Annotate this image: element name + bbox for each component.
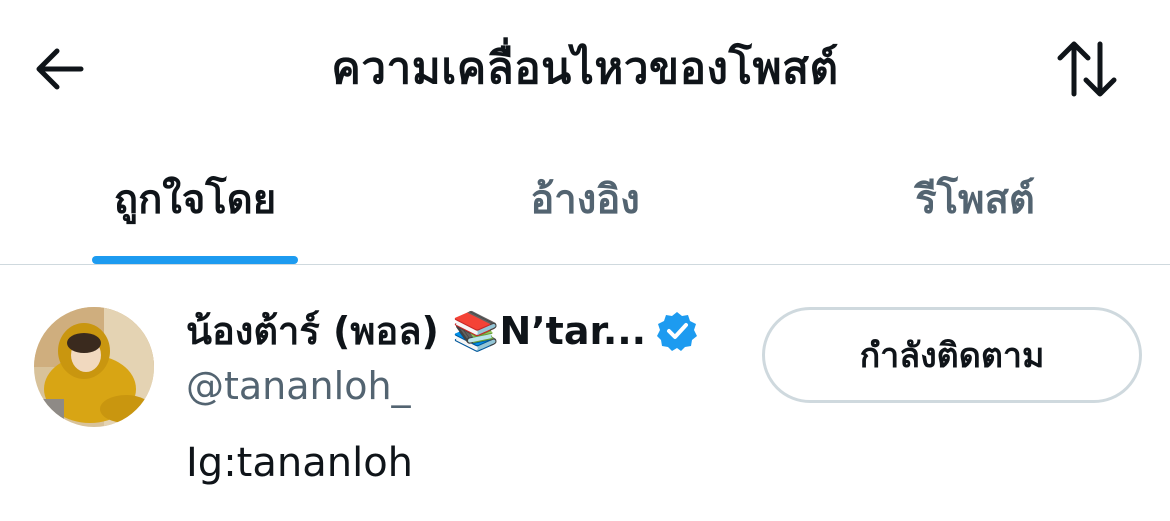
list-item[interactable]: น้องต้าร์ (พอล) 📚N’tar... @tananloh_ Ig:… <box>0 265 1170 521</box>
tab-label: รีโพสต์ <box>915 177 1035 223</box>
page-title: ความเคลื่อนไหวของโพสต์ <box>331 43 839 94</box>
display-name: น้องต้าร์ (พอล) 📚N’tar... <box>186 309 647 353</box>
user-bio: Ig:tananloh <box>186 440 414 486</box>
header: ความเคลื่อนไหวของโพสต์ <box>0 0 1170 138</box>
tab-label: ถูกใจโดย <box>113 177 277 223</box>
name-line[interactable]: น้องต้าร์ (พอล) 📚N’tar... <box>186 301 746 361</box>
active-tab-indicator <box>92 256 298 264</box>
tab-reposts[interactable]: รีโพสต์ <box>780 150 1170 264</box>
avatar-image <box>34 307 154 427</box>
tab-liked-by[interactable]: ถูกใจโดย <box>0 150 390 264</box>
sort-button[interactable] <box>1050 34 1124 104</box>
avatar[interactable] <box>34 307 154 427</box>
tab-quotes[interactable]: อ้างอิง <box>390 150 780 264</box>
verified-badge-icon <box>657 312 698 351</box>
sort-arrows-icon <box>1057 41 1117 97</box>
tab-bar: ถูกใจโดย อ้างอิง รีโพสต์ <box>0 150 1170 264</box>
tab-label: อ้างอิง <box>530 177 640 223</box>
post-activity-screen: ความเคลื่อนไหวของโพสต์ ถูกใจโดย อ้างอิง … <box>0 0 1170 521</box>
user-handle[interactable]: @tananloh_ <box>186 361 746 411</box>
arrow-left-icon <box>36 48 84 90</box>
back-button[interactable] <box>26 36 92 102</box>
following-button[interactable]: กำลังติดตาม <box>762 307 1142 403</box>
user-info: น้องต้าร์ (พอล) 📚N’tar... @tananloh_ Ig:… <box>186 301 746 493</box>
following-button-label: กำลังติดตาม <box>859 336 1045 376</box>
